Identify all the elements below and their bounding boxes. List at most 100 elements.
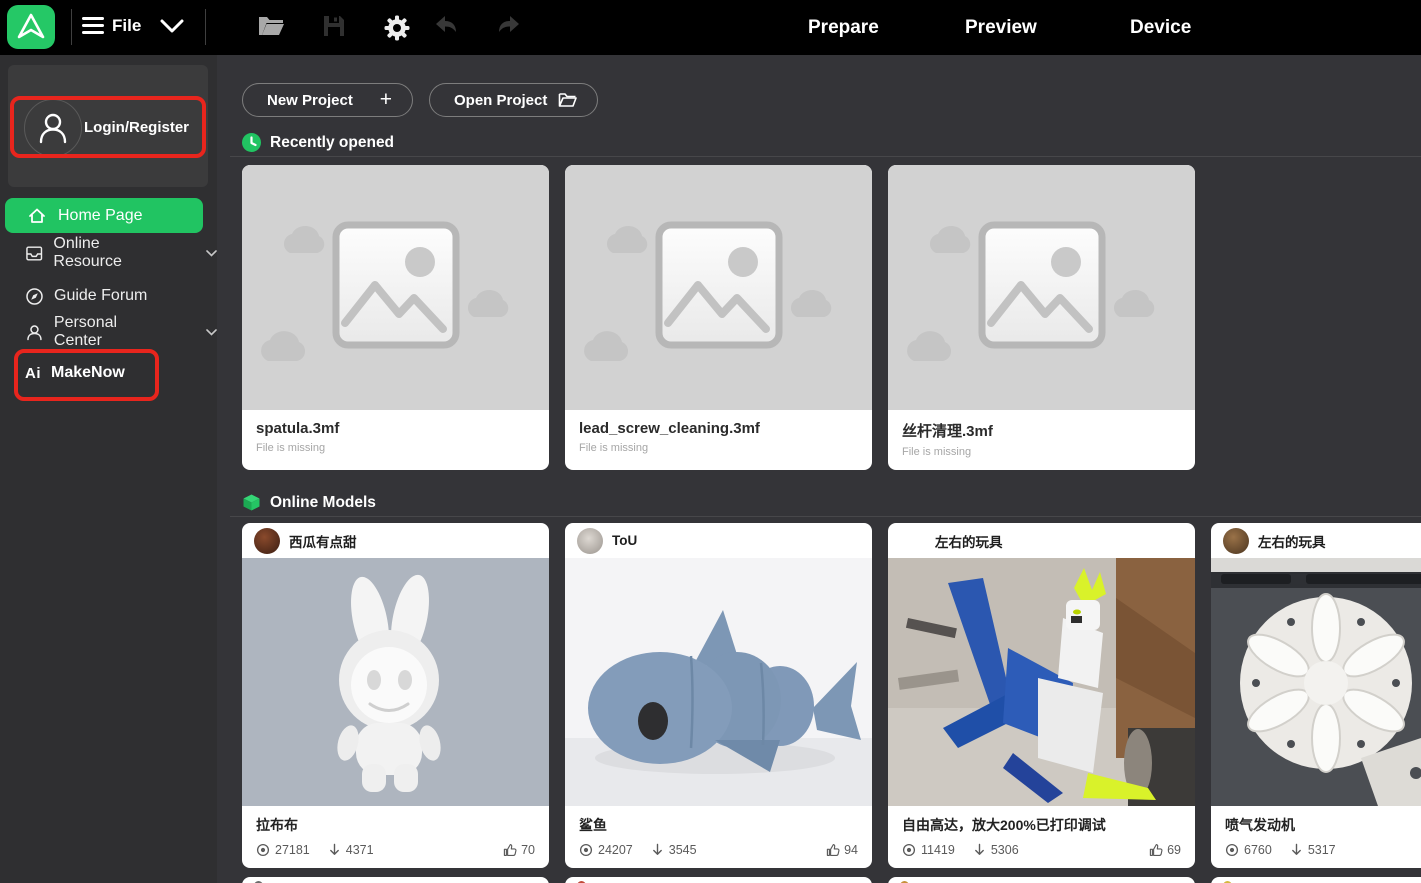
- sidebar-item-guide-forum[interactable]: Guide Forum: [0, 278, 217, 314]
- author-avatar: [577, 528, 603, 554]
- downloads-count: 4371: [346, 843, 374, 857]
- section-title: Online Models: [270, 494, 376, 512]
- missing-thumbnail-placeholder: [242, 165, 549, 410]
- likes-icon: [503, 843, 517, 857]
- online-model-card[interactable]: [888, 877, 1195, 883]
- downloads-count: 5306: [991, 843, 1019, 857]
- sidebar-item-personal-center[interactable]: Personal Center: [0, 314, 217, 350]
- tab-prepare[interactable]: Prepare: [808, 0, 879, 55]
- likes-icon: [1149, 843, 1163, 857]
- redo-icon[interactable]: [495, 13, 523, 46]
- project-name: lead_screw_cleaning.3mf: [579, 420, 872, 437]
- online-model-card[interactable]: 西瓜有点甜 拉布布 27181: [242, 523, 549, 868]
- makenow-ai-icon: Ai: [25, 365, 41, 382]
- model-card-header: 左右的玩具: [888, 523, 1195, 558]
- sidebar-item-home-page[interactable]: Home Page: [5, 198, 203, 233]
- tab-preview[interactable]: Preview: [965, 0, 1037, 55]
- model-card-header: ToU: [565, 523, 872, 558]
- downloads-icon: [973, 843, 986, 857]
- likes-count: 94: [844, 843, 858, 857]
- app-logo-icon[interactable]: [7, 5, 55, 49]
- views-icon: [256, 843, 270, 857]
- open-folder-icon[interactable]: [257, 13, 285, 44]
- plus-icon: +: [380, 88, 392, 112]
- model-card-footer: 鲨鱼 24207 3545 94: [565, 806, 872, 857]
- online-model-card[interactable]: 左右的玩具: [888, 523, 1195, 868]
- section-divider: [230, 516, 1421, 517]
- model-stats: 27181 4371 70: [256, 843, 535, 857]
- open-project-label: Open Project: [454, 92, 547, 109]
- toolbar-divider: [205, 9, 206, 45]
- home-icon: [28, 207, 46, 225]
- views-count: 11419: [921, 843, 955, 857]
- main-content: New Project + Open Project Recently open…: [217, 55, 1421, 883]
- new-project-label: New Project: [267, 92, 353, 109]
- online-model-card[interactable]: [242, 877, 549, 883]
- recent-project-card[interactable]: lead_screw_cleaning.3mf File is missing: [565, 165, 872, 470]
- recent-project-card[interactable]: spatula.3mf File is missing: [242, 165, 549, 470]
- online-model-card[interactable]: [1211, 877, 1421, 883]
- sidebar: Login/Register Home Page Online Resource…: [0, 55, 217, 883]
- user-icon: [34, 109, 72, 147]
- model-card-footer: 自由高达，放大200%已打印调试 11419 5306 69: [888, 806, 1195, 857]
- undo-icon[interactable]: [432, 13, 460, 46]
- model-card-footer: 喷气发动机 6760 5317: [1211, 806, 1421, 857]
- views-count: 27181: [275, 843, 310, 857]
- views-count: 24207: [598, 843, 633, 857]
- model-image-jet-engine: [1211, 558, 1421, 806]
- tab-device[interactable]: Device: [1130, 0, 1191, 55]
- downloads-icon: [1290, 843, 1303, 857]
- author-name: 西瓜有点甜: [289, 531, 357, 551]
- sidebar-item-label: Home Page: [58, 207, 143, 225]
- online-model-card[interactable]: 左右的玩具: [1211, 523, 1421, 868]
- avatar: [24, 99, 82, 157]
- login-register-label: Login/Register: [84, 119, 189, 136]
- model-stats: 24207 3545 94: [579, 843, 858, 857]
- missing-thumbnail-placeholder: [565, 165, 872, 410]
- downloads-icon: [651, 843, 664, 857]
- model-title: 拉布布: [256, 815, 535, 835]
- model-card-header: 左右的玩具: [1211, 523, 1421, 558]
- file-menu[interactable]: File: [112, 16, 141, 36]
- login-register-button[interactable]: Login/Register: [8, 65, 208, 187]
- downloads-count: 3545: [669, 843, 697, 857]
- project-name: spatula.3mf: [256, 420, 549, 437]
- open-folder-icon: [558, 92, 577, 108]
- clock-icon: [242, 133, 261, 152]
- author-name: ToU: [612, 533, 637, 548]
- open-project-button[interactable]: Open Project: [429, 83, 598, 117]
- sidebar-item-label: MakeNow: [51, 364, 125, 382]
- chevron-down-icon: [181, 244, 217, 262]
- model-card-header: 西瓜有点甜: [242, 523, 549, 558]
- online-model-card[interactable]: [565, 877, 872, 883]
- model-title: 鲨鱼: [579, 815, 858, 835]
- online-resource-icon: [25, 244, 43, 263]
- sidebar-item-makenow[interactable]: Ai MakeNow: [0, 355, 217, 391]
- recent-project-card[interactable]: 丝杆清理.3mf File is missing: [888, 165, 1195, 470]
- sidebar-item-label: Online Resource: [53, 235, 169, 271]
- chevron-down-icon[interactable]: [160, 19, 184, 38]
- model-stats: 6760 5317: [1225, 843, 1421, 857]
- settings-gear-icon[interactable]: [382, 13, 412, 48]
- model-title: 喷气发动机: [1225, 815, 1421, 835]
- save-icon[interactable]: [321, 13, 347, 44]
- menu-icon[interactable]: [82, 17, 104, 38]
- model-image-gundam: [888, 558, 1195, 806]
- author-name: 左右的玩具: [935, 531, 1003, 551]
- person-icon: [25, 323, 44, 342]
- author-name: 左右的玩具: [1258, 531, 1326, 551]
- author-avatar: [254, 528, 280, 554]
- views-count: 6760: [1244, 843, 1272, 857]
- author-avatar: [900, 528, 926, 554]
- model-stats: 11419 5306 69: [902, 843, 1181, 857]
- views-icon: [1225, 843, 1239, 857]
- likes-count: 70: [521, 843, 535, 857]
- model-image-shark: [565, 558, 872, 806]
- sidebar-item-online-resource[interactable]: Online Resource: [0, 235, 217, 271]
- chevron-down-icon: [181, 323, 217, 341]
- model-image-labubu: [242, 558, 549, 806]
- new-project-button[interactable]: New Project +: [242, 83, 413, 117]
- online-model-card[interactable]: ToU 鲨鱼 24207: [565, 523, 872, 868]
- likes-icon: [826, 843, 840, 857]
- likes-count: 69: [1167, 843, 1181, 857]
